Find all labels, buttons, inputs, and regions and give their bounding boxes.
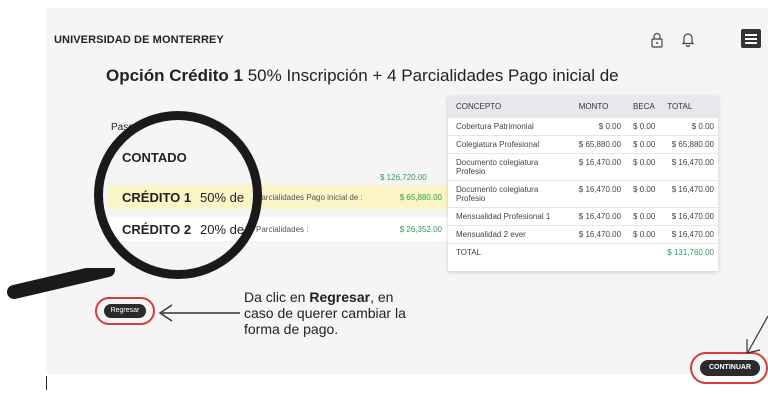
- regresar-button[interactable]: Regresar: [104, 304, 146, 318]
- table-header-row: CONCEPTO MONTO BECA TOTAL: [448, 96, 718, 118]
- magnifier-handle-icon: [7, 268, 115, 299]
- cell-monto: $ 16,470.00: [570, 207, 626, 226]
- table-row: Mensualidad Profesional 1 $ 16,470.00 $ …: [448, 207, 718, 226]
- cell-total: $ 0.00: [659, 117, 718, 136]
- cell-monto: $ 16,470.00: [570, 153, 626, 181]
- option-desc: Parcialidades :: [256, 225, 309, 234]
- option-contado-amount: $ 126,720.00: [380, 173, 427, 182]
- cell-beca: $ 0.00: [625, 207, 660, 226]
- cell-total: $ 65,880.00: [659, 135, 718, 154]
- cell-concept: Mensualidad 2 ever: [448, 225, 571, 244]
- callout-text: Da clic en Regresar, en caso de querer c…: [244, 289, 424, 337]
- cell-total: $ 16,470.00: [659, 207, 718, 226]
- heading-rest: 50% Inscripción + 4 Parcialidades Pago i…: [247, 66, 619, 85]
- table-row: Documento colegiatura Profesio $ 16,470.…: [448, 180, 718, 208]
- column-header: MONTO: [570, 96, 626, 118]
- magnifier-lens: [94, 111, 262, 279]
- university-brand: UNIVERSIDAD DE MONTERREY: [54, 34, 224, 46]
- table-row: Colegiatura Profesional $ 65,880.00 $ 0.…: [448, 135, 718, 154]
- lock-icon[interactable]: [650, 32, 664, 48]
- cell-concept: Documento colegiatura Profesio: [448, 153, 571, 181]
- column-header: TOTAL: [659, 96, 718, 118]
- cell-total: $ 16,470.00: [659, 225, 718, 244]
- table-total-row: TOTAL $ 131,760.00: [448, 243, 718, 271]
- cell-total: $ 16,470.00: [659, 153, 718, 181]
- cell-beca: $ 0.00: [625, 153, 660, 181]
- column-header: CONCEPTO: [448, 96, 571, 118]
- page-heading: Opción Crédito 1 50% Inscripción + 4 Par…: [106, 66, 619, 86]
- cell-concept: Mensualidad Profesional 1: [448, 207, 571, 226]
- cell-concept: Cobertura Patrimonial: [448, 117, 571, 136]
- heading-bold: Opción Crédito 1: [106, 66, 243, 85]
- option-desc: Parcialidades Pago inicial de :: [256, 193, 363, 202]
- text-cursor: [46, 376, 47, 390]
- cell-monto: $ 16,470.00: [570, 225, 626, 244]
- cell-total: $ 16,470.00: [659, 180, 718, 208]
- column-header: BECA: [625, 96, 660, 118]
- payment-detail-table: CONCEPTO MONTO BECA TOTAL Cobertura Patr…: [448, 96, 718, 271]
- menu-icon[interactable]: [741, 29, 761, 48]
- cell-concept: Documento colegiatura Profesio: [448, 180, 571, 208]
- empty-cell: [625, 243, 660, 271]
- cell-monto: $ 0.00: [570, 117, 626, 136]
- total-value: $ 131,760.00: [659, 243, 718, 271]
- cell-concept: Colegiatura Profesional: [448, 135, 571, 154]
- bell-icon[interactable]: [681, 31, 695, 47]
- table-row: Cobertura Patrimonial $ 0.00 $ 0.00 $ 0.…: [448, 117, 718, 136]
- callout-prefix: Da clic en: [244, 289, 310, 305]
- cell-beca: $ 0.00: [625, 180, 660, 208]
- callout-bold: Regresar: [309, 289, 371, 305]
- table-row: Documento colegiatura Profesio $ 16,470.…: [448, 153, 718, 181]
- option-amount: $ 65,880.00: [399, 193, 442, 202]
- cell-beca: $ 0.00: [625, 225, 660, 244]
- table-row: Mensualidad 2 ever $ 16,470.00 $ 0.00 $ …: [448, 225, 718, 244]
- empty-cell: [570, 243, 626, 271]
- cell-beca: $ 0.00: [625, 117, 660, 136]
- total-label: TOTAL: [448, 243, 571, 271]
- cell-monto: $ 65,880.00: [570, 135, 626, 154]
- cell-beca: $ 0.00: [625, 135, 660, 154]
- option-amount: $ 26,352.00: [399, 225, 442, 234]
- continuar-button[interactable]: CONTINUAR: [700, 360, 760, 376]
- cell-monto: $ 16,470.00: [570, 180, 626, 208]
